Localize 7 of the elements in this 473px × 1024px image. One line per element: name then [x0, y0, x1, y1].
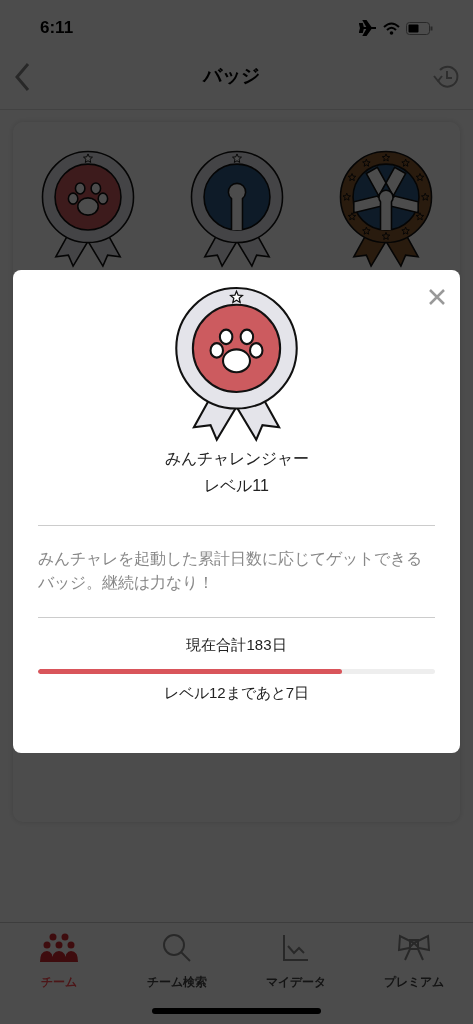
badge-description: みんチャレを起動した累計日数に応じてゲットできるバッジ。継続は力なり！ — [38, 549, 423, 593]
next-level-text: レベル12まであと7日 — [164, 682, 309, 703]
total-days: 現在合計183日 — [186, 634, 287, 657]
badge-name: みんチャレンジャー — [164, 449, 309, 469]
badge-level: レベル11 — [204, 476, 269, 496]
page-title: バッジ — [203, 64, 260, 89]
status-time: 6:11 — [40, 17, 74, 40]
